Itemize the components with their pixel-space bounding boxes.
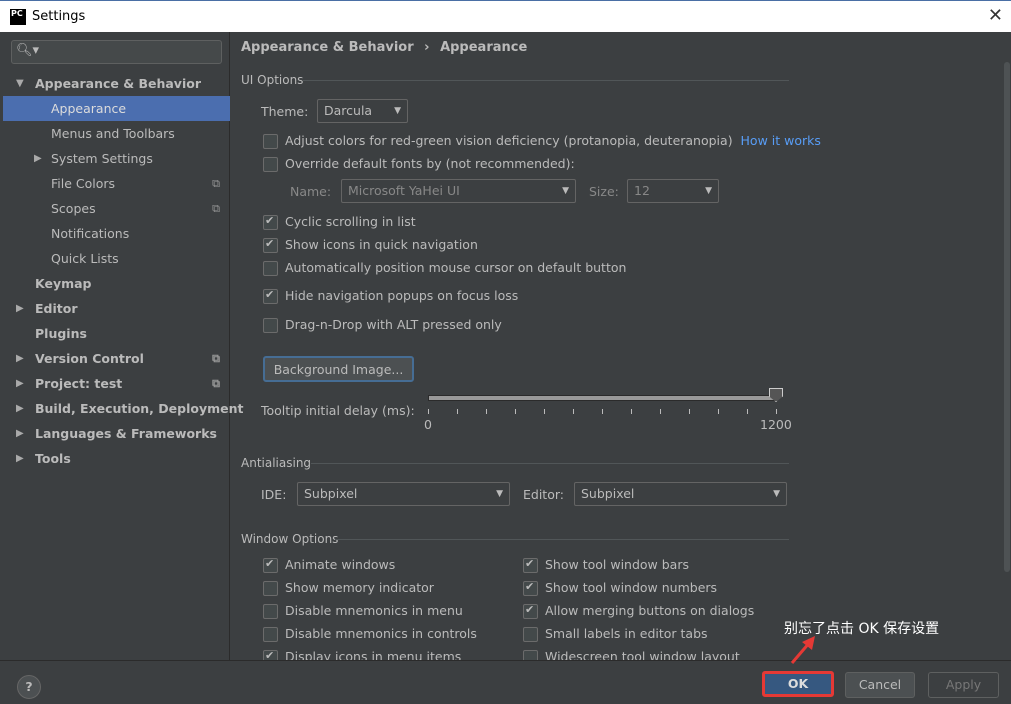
tree-build[interactable]: ▶Build, Execution, Deployment	[3, 396, 230, 421]
tree-appearance[interactable]: Appearance	[3, 96, 230, 121]
tree-label: File Colors	[51, 176, 115, 191]
checkbox-label: Display icons in menu items	[285, 649, 461, 660]
tree-label: Appearance	[51, 101, 126, 116]
tree-label: Build, Execution, Deployment	[35, 401, 243, 416]
slider-tick	[747, 409, 748, 414]
slider-tick	[486, 409, 487, 414]
project-scope-icon: ⧉	[212, 196, 220, 221]
project-scope-icon: ⧉	[212, 171, 220, 196]
ok-button[interactable]: OK	[762, 671, 834, 697]
tree-keymap[interactable]: Keymap	[3, 271, 230, 296]
tree-tools[interactable]: ▶Tools	[3, 446, 230, 471]
tree-version-control[interactable]: ▶Version Control⧉	[3, 346, 230, 371]
title-bar: PC Settings ✕	[0, 0, 1011, 32]
tree-label: Appearance & Behavior	[35, 76, 201, 91]
tree-file-colors[interactable]: File Colors ⧉	[3, 171, 230, 196]
tree-label: Editor	[35, 301, 78, 316]
checkbox-label: Show memory indicator	[285, 580, 434, 595]
project-scope-icon: ⧉	[212, 346, 220, 371]
cancel-button[interactable]: Cancel	[845, 672, 915, 698]
window-option-checkbox[interactable]: Disable mnemonics in controls	[263, 626, 477, 642]
search-icon: 🔍︎▾	[16, 43, 39, 58]
tree-label: Tools	[35, 451, 71, 466]
window-title: Settings	[32, 9, 85, 24]
window-option-checkbox[interactable]: Display icons in menu items	[263, 649, 461, 660]
window-option-checkbox[interactable]: Widescreen tool window layout	[523, 649, 740, 660]
slider-tick	[457, 409, 458, 414]
tree-editor[interactable]: ▶Editor	[3, 296, 230, 321]
tree-appearance-behavior[interactable]: ▼Appearance & Behavior	[3, 71, 230, 96]
checkbox-label: Disable mnemonics in controls	[285, 626, 477, 641]
pycharm-logo-icon: PC	[10, 9, 26, 25]
tree-notifications[interactable]: Notifications	[3, 221, 230, 246]
settings-tree: 🔍︎▾ ▼Appearance & Behavior Appearance Me…	[0, 32, 230, 660]
checkbox-label: Widescreen tool window layout	[545, 649, 740, 660]
checkbox-label: Allow merging buttons on dialogs	[545, 603, 754, 618]
slider-tick	[602, 409, 603, 414]
help-button[interactable]: ?	[17, 675, 41, 699]
tree-label: Languages & Frameworks	[35, 426, 217, 441]
scrollbar-thumb[interactable]	[1004, 62, 1010, 572]
settings-panel: Appearance & Behavior › Appearance UI Op…	[231, 32, 1003, 660]
tree-label: System Settings	[51, 151, 153, 166]
window-option-checkbox[interactable]: Animate windows	[263, 557, 395, 573]
checkbox-label: Disable mnemonics in menu	[285, 603, 463, 618]
tree-label: Project: test	[35, 376, 122, 391]
tree-scopes[interactable]: Scopes ⧉	[3, 196, 230, 221]
tree-project[interactable]: ▶Project: test⧉	[3, 371, 230, 396]
tree-system-settings[interactable]: ▶System Settings	[3, 146, 230, 171]
window-option-checkbox[interactable]: Small labels in editor tabs	[523, 626, 708, 642]
scrollbar[interactable]	[1003, 32, 1011, 660]
tree-label: Keymap	[35, 276, 92, 291]
window-option-checkbox[interactable]: Show tool window bars	[523, 557, 689, 573]
checkbox-label: Animate windows	[285, 557, 395, 572]
tree-menus-toolbars[interactable]: Menus and Toolbars	[3, 121, 230, 146]
tree-label: Scopes	[51, 201, 96, 216]
search-input[interactable]: 🔍︎▾	[11, 40, 222, 64]
apply-button[interactable]: Apply	[928, 672, 999, 698]
tree-label: Notifications	[51, 226, 129, 241]
tree-languages[interactable]: ▶Languages & Frameworks	[3, 421, 230, 446]
slider-tick	[718, 409, 719, 414]
slider-tick	[776, 409, 777, 414]
slider-tick	[544, 409, 545, 414]
slider-tick	[573, 409, 574, 414]
slider-tick	[689, 409, 690, 414]
window-option-checkbox[interactable]: Show memory indicator	[263, 580, 434, 596]
checkbox-label: Show tool window bars	[545, 557, 689, 572]
slider-tick	[631, 409, 632, 414]
window-option-checkbox[interactable]: Show tool window numbers	[523, 580, 717, 596]
annotation-arrow-icon	[788, 634, 818, 666]
tree-label: Plugins	[35, 326, 87, 341]
project-scope-icon: ⧉	[212, 371, 220, 396]
slider-tick	[660, 409, 661, 414]
checkbox-label: Show tool window numbers	[545, 580, 717, 595]
window-option-checkbox[interactable]: Allow merging buttons on dialogs	[523, 603, 754, 619]
slider-tick	[515, 409, 516, 414]
tree-plugins[interactable]: Plugins	[3, 321, 230, 346]
tree-quick-lists[interactable]: Quick Lists	[3, 246, 230, 271]
close-icon[interactable]: ✕	[988, 5, 1003, 26]
tree-label: Menus and Toolbars	[51, 126, 175, 141]
tree-label: Version Control	[35, 351, 144, 366]
checkbox-label: Small labels in editor tabs	[545, 626, 708, 641]
window-option-checkbox[interactable]: Disable mnemonics in menu	[263, 603, 463, 619]
tree-label: Quick Lists	[51, 251, 119, 266]
slider-tick	[428, 409, 429, 414]
dialog-buttons-bar: ? OK Cancel Apply	[0, 660, 1011, 704]
